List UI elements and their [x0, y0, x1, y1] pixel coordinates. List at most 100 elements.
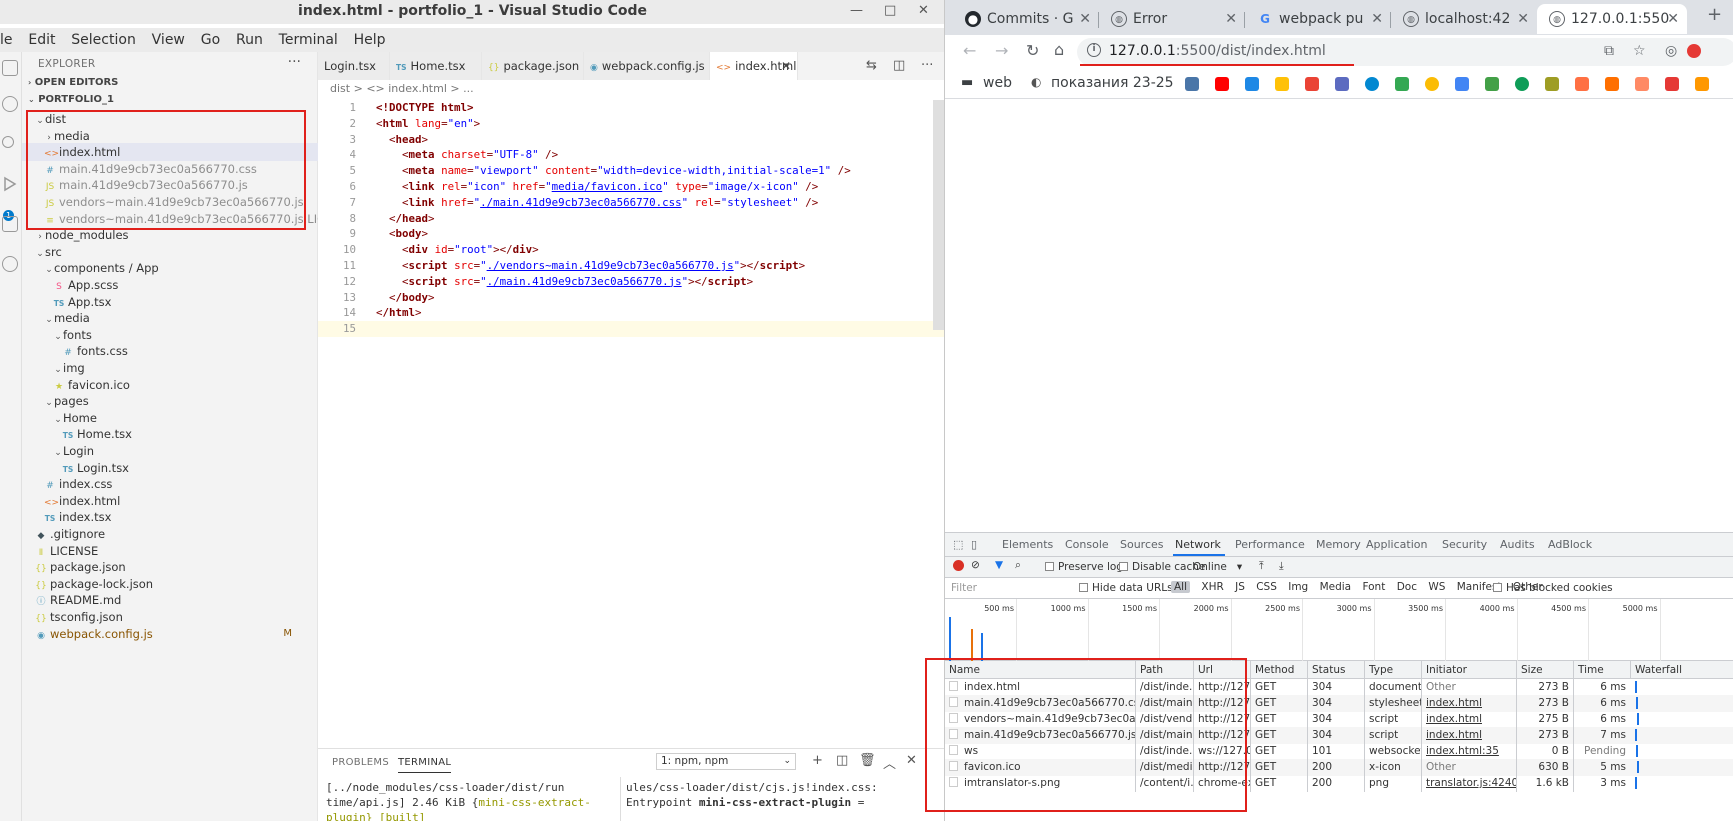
browser-tab-localhost[interactable]: ◍ localhost:42 ✕: [1391, 4, 1537, 34]
col-initiator[interactable]: Initiator: [1421, 661, 1516, 679]
tree-file[interactable]: ⓘ README.md: [22, 591, 318, 609]
extensions-icon[interactable]: [2, 216, 18, 232]
tree-folder[interactable]: ⌄fonts: [22, 326, 318, 344]
throttle-select[interactable]: Online ▾: [1193, 561, 1242, 573]
tree-file[interactable]: {} package.json: [22, 558, 318, 576]
browser-tab-error[interactable]: ◍ Error ✕: [1099, 4, 1245, 34]
filter-img[interactable]: Img: [1288, 581, 1308, 593]
import-har-icon[interactable]: ⤒: [1259, 560, 1264, 573]
editor-scrollbar[interactable]: [933, 100, 944, 330]
hide-data-urls-checkbox[interactable]: Hide data URLs: [1079, 582, 1173, 594]
reload-icon[interactable]: ↻: [1026, 41, 1039, 60]
bookmark-web[interactable]: web: [983, 75, 1012, 91]
home-icon[interactable]: ⌂: [1054, 40, 1064, 59]
app-icon[interactable]: [1335, 77, 1349, 91]
breadcrumb-file[interactable]: <> index.html: [366, 82, 447, 95]
app-icon[interactable]: [1545, 77, 1559, 91]
app-icon[interactable]: [1635, 77, 1649, 91]
tree-folder[interactable]: › node_modules: [22, 226, 318, 244]
filter-font[interactable]: Font: [1362, 581, 1385, 593]
menu-view[interactable]: View: [146, 28, 191, 49]
network-timeline[interactable]: 500 ms 1000 ms 1500 ms 2000 ms 2500 ms 3000 m…: [945, 599, 1733, 661]
dns-icon[interactable]: [1605, 77, 1619, 91]
menu-go[interactable]: Go: [195, 28, 226, 49]
app-icon[interactable]: [1695, 77, 1709, 91]
tree-file[interactable]: ≡ vendors~main.41d9e9cb73ec0a566770.js.LI…: [22, 210, 318, 228]
col-size[interactable]: Size: [1516, 661, 1573, 679]
maximize-panel-icon[interactable]: ︿: [883, 753, 896, 772]
tree-file[interactable]: S App.scss: [22, 276, 318, 294]
menu-edit[interactable]: Edit: [22, 28, 61, 49]
tab-package-json[interactable]: {} package.json: [482, 52, 584, 80]
bookmark-star-icon[interactable]: ☆: [1633, 43, 1646, 59]
app-icon[interactable]: [1665, 77, 1679, 91]
breadcrumb-symbol[interactable]: ...: [463, 82, 474, 95]
tree-file[interactable]: TS Login.tsx: [22, 459, 318, 477]
table-row[interactable]: vendors~main.41d9e9cb73ec0a566770.js/dis…: [945, 711, 1733, 728]
app-icon[interactable]: [1575, 77, 1589, 91]
tab-problems[interactable]: PROBLEMS: [332, 757, 389, 768]
tree-file[interactable]: <>index.html: [22, 143, 318, 162]
cell-initiator[interactable]: index.html:35: [1421, 743, 1516, 760]
split-editor-icon[interactable]: ◫: [893, 58, 905, 73]
minimize-icon[interactable]: —: [850, 0, 863, 22]
youtube-icon[interactable]: [1215, 77, 1229, 91]
table-row[interactable]: main.41d9e9cb73ec0a566770.js/dist/main..…: [945, 727, 1733, 744]
tree-folder[interactable]: ⌄pages: [22, 392, 318, 410]
run-icon[interactable]: [2, 176, 18, 192]
tree-file[interactable]: JS vendors~main.41d9e9cb73ec0a566770.js: [22, 193, 318, 211]
filter-all[interactable]: All: [1171, 581, 1191, 593]
filter-css[interactable]: CSS: [1256, 581, 1277, 593]
record-icon[interactable]: [953, 560, 964, 571]
dt-tab-sources[interactable]: Sources: [1120, 538, 1164, 551]
menu-selection[interactable]: Selection: [65, 28, 142, 49]
back-icon[interactable]: ←: [963, 41, 976, 60]
tree-folder[interactable]: ⌄Home: [22, 409, 318, 427]
dt-tab-memory[interactable]: Memory: [1316, 538, 1361, 551]
open-editors-section[interactable]: › OPEN EDITORS: [28, 77, 118, 88]
filter-doc[interactable]: Doc: [1397, 581, 1417, 593]
tab-close-icon[interactable]: ✕: [1225, 4, 1237, 34]
more-actions-icon[interactable]: ···: [288, 54, 301, 70]
tab-login-tsx[interactable]: Login.tsx: [318, 52, 390, 80]
code-editor[interactable]: 1 <!DOCTYPE html> 2 <html lang="en"> 3 <he…: [318, 100, 944, 337]
tree-folder[interactable]: ⌄components / App: [22, 259, 318, 277]
dt-tab-console[interactable]: Console: [1065, 538, 1109, 551]
project-section[interactable]: ⌄ PORTFOLIO_1: [28, 94, 114, 105]
translate-icon[interactable]: [1455, 77, 1469, 91]
split-terminal-icon[interactable]: ◫: [836, 753, 848, 768]
source-control-icon[interactable]: [2, 136, 14, 148]
terminal-select[interactable]: 1: npm, npm ⌄: [656, 753, 796, 770]
preserve-log-checkbox[interactable]: Preserve log: [1045, 561, 1123, 573]
dt-tab-security[interactable]: Security: [1442, 538, 1487, 551]
dt-tab-network[interactable]: Network: [1175, 538, 1221, 551]
tree-file[interactable]: <>index.html: [22, 492, 318, 510]
col-status[interactable]: Status: [1307, 661, 1364, 679]
browser-tab-active[interactable]: ◍ 127.0.0.1:550 ✕: [1537, 4, 1687, 34]
open-changes-icon[interactable]: ⇆: [866, 58, 877, 73]
col-name[interactable]: Name: [945, 661, 1135, 679]
bookmark-pokazaniya[interactable]: показания 23-25: [1051, 75, 1174, 91]
profile-icon[interactable]: [1687, 44, 1701, 58]
menu-run[interactable]: Run: [230, 28, 269, 49]
col-waterfall[interactable]: Waterfall: [1630, 661, 1733, 679]
search-icon[interactable]: [2, 96, 18, 112]
tree-file[interactable]: JS main.41d9e9cb73ec0a566770.js: [22, 176, 318, 194]
dt-tab-performance[interactable]: Performance: [1235, 538, 1305, 551]
menu-file[interactable]: le: [0, 28, 19, 49]
new-tab-icon[interactable]: +: [1707, 4, 1722, 25]
email-icon[interactable]: [1275, 77, 1289, 91]
menu-help[interactable]: Help: [348, 28, 392, 49]
device-toolbar-icon[interactable]: ▯: [971, 538, 977, 551]
tab-close-icon[interactable]: ✕: [781, 52, 791, 80]
tree-folder[interactable]: ⌄Login: [22, 442, 318, 460]
url-text[interactable]: 127.0.0.1:5500/dist/index.html: [1109, 43, 1326, 59]
filter-media[interactable]: Media: [1320, 581, 1352, 593]
has-blocked-cookies-checkbox[interactable]: Has blocked cookies: [1493, 582, 1613, 594]
tree-file[interactable]: ◉ webpack.config.js M: [22, 625, 318, 643]
filter-input[interactable]: Filter: [951, 582, 977, 594]
tree-file[interactable]: Ⅱ LICENSE: [22, 542, 318, 560]
remote-icon[interactable]: [2, 256, 18, 272]
tree-file[interactable]: # index.css: [22, 475, 318, 493]
trash-icon[interactable]: 🗑: [859, 753, 876, 768]
